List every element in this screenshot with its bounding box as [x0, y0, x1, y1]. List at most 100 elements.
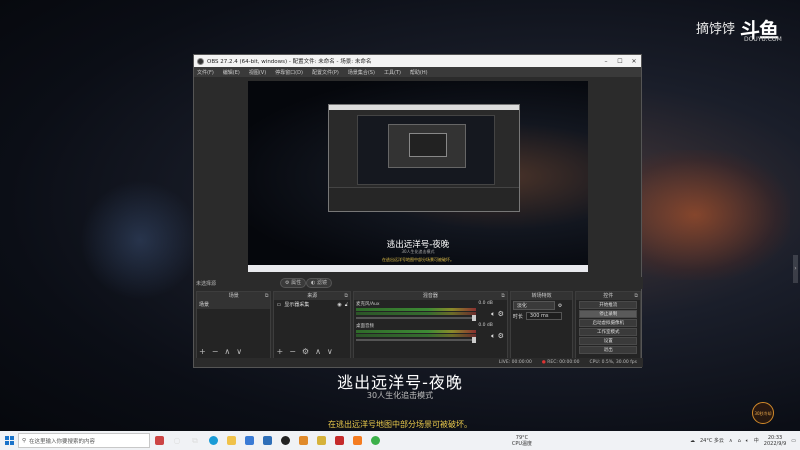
maximize-icon[interactable]: ☐ — [613, 58, 627, 65]
cpu-temp-widget: 79°C CPU温度 — [512, 435, 532, 447]
edge-icon[interactable] — [204, 431, 222, 450]
settings-icon[interactable]: ⚙ — [558, 303, 562, 309]
store-icon[interactable] — [240, 431, 258, 450]
mail-icon[interactable] — [258, 431, 276, 450]
tray-arrow-icon[interactable]: ∧ — [729, 438, 733, 444]
exit-button[interactable]: 退出 — [579, 346, 637, 354]
menu-profile[interactable]: 配置文件(P) — [312, 69, 339, 76]
duration-input[interactable]: 300 ms — [525, 312, 562, 320]
notification-icon[interactable]: ▭ — [791, 438, 796, 444]
weather-text[interactable]: 24°C 多云 — [700, 437, 724, 444]
dock-float-icon[interactable]: ⧉ — [634, 292, 638, 300]
menu-view[interactable]: 视图(V) — [249, 69, 266, 76]
studio-mode-button[interactable]: 工作室模式 — [579, 328, 637, 336]
dock-float-icon[interactable]: ⧉ — [344, 292, 348, 300]
task-view-icon[interactable]: ⧉ — [186, 431, 204, 450]
search-placeholder: 在这里输入你要搜索的内容 — [29, 438, 96, 445]
system-tray: ☁ 24°C 多云 ∧ ⌂ 🔈︎ 中 20:33 2022/9/9 ▭ — [690, 435, 800, 447]
obs-window: OBS 27.2.4 (64-bit, windows) - 配置文件: 未命名… — [193, 54, 643, 368]
obs-menubar: 文件(F) 编辑(E) 视图(V) 停靠窗口(D) 配置文件(P) 场景集合(S… — [194, 67, 641, 77]
file-explorer-icon[interactable] — [222, 431, 240, 450]
stop-recording-button[interactable]: 停止录制 — [579, 310, 637, 318]
scenes-header: 场景 — [228, 293, 239, 299]
ime-indicator[interactable]: 中 — [754, 437, 759, 444]
dock-float-icon[interactable]: ⧉ — [265, 292, 269, 300]
obs-titlebar[interactable]: OBS 27.2.4 (64-bit, windows) - 配置文件: 未命名… — [194, 55, 641, 67]
settings-icon[interactable]: ⚙ — [302, 347, 309, 356]
obs-window-title: OBS 27.2.4 (64-bit, windows) - 配置文件: 未命名… — [207, 59, 372, 65]
scenes-dock: 场景 ⧉ 场景 + − ∧ ∨ — [196, 291, 272, 359]
volume-icon[interactable]: 🔈︎ — [746, 438, 749, 444]
move-down-icon[interactable]: ∨ — [236, 347, 242, 356]
cooldown-badge: 30秒冷却 — [752, 402, 774, 424]
game-launcher-icon[interactable] — [312, 431, 330, 450]
close-icon[interactable]: ✕ — [627, 58, 641, 65]
mixer-dock: 混音器 ⧉ 麦克风/Aux 0.0 dB 🔈︎ ⚙ 桌面音频 0.0 dB 🔈︎ … — [352, 291, 508, 359]
cortana-icon[interactable]: ○ — [168, 431, 186, 450]
minimize-icon[interactable]: – — [599, 58, 613, 65]
background-glow-left — [80, 180, 200, 300]
menu-help[interactable]: 帮助(H) — [410, 69, 428, 76]
douyu-app-icon[interactable] — [348, 431, 366, 450]
source-item[interactable]: ▭ 显示器采集 ◉ 🔓︎ — [274, 300, 349, 309]
start-button[interactable] — [0, 431, 18, 450]
filters-button[interactable]: ◐ 滤镜 — [306, 278, 332, 288]
add-icon[interactable]: + — [276, 347, 283, 356]
menu-edit[interactable]: 编辑(E) — [223, 69, 240, 76]
nested-docks — [329, 187, 519, 211]
volume-meter — [355, 334, 476, 337]
add-icon[interactable]: + — [199, 347, 206, 356]
properties-button[interactable]: ⚙ 属性 — [280, 278, 307, 288]
remove-icon[interactable]: − — [289, 347, 296, 356]
track-db: 0.0 dB — [478, 301, 493, 306]
volume-slider[interactable] — [355, 315, 476, 321]
scene-item[interactable]: 场景 — [197, 300, 271, 309]
settings-icon[interactable]: ⚙ — [498, 332, 504, 340]
obs-taskbar-icon[interactable] — [276, 431, 294, 450]
transitions-dock: 转场特效 淡化 ⚙ 时长 300 ms — [509, 291, 574, 359]
browser-icon[interactable] — [366, 431, 384, 450]
move-up-icon[interactable]: ∧ — [224, 347, 230, 356]
track-name: 桌面音频 — [355, 324, 374, 329]
visibility-icon[interactable]: ◉ — [337, 302, 341, 308]
transition-select[interactable]: 淡化 — [512, 301, 555, 310]
volume-meter — [355, 330, 476, 333]
overlay-notice: 在逃出远洋号地图中部分场景可被破坏。 — [328, 420, 472, 429]
taskbar-search[interactable]: ⚲ 在这里输入你要搜索的内容 — [18, 433, 150, 448]
nested-preview-2 — [388, 124, 466, 168]
preview-mode-subtitle: 30人生化追击模式 — [401, 249, 435, 254]
weather-icon[interactable]: ☁ — [690, 438, 695, 444]
move-up-icon[interactable]: ∧ — [315, 347, 321, 356]
start-streaming-button[interactable]: 开始推流 — [579, 301, 637, 309]
virtual-camera-button[interactable]: 启动虚拟摄像机 — [579, 319, 637, 327]
menu-scene-collection[interactable]: 场景集合(S) — [348, 69, 375, 76]
taskbar-clock[interactable]: 20:33 2022/9/9 — [764, 435, 786, 447]
lock-icon[interactable]: 🔓︎ — [345, 302, 348, 308]
cpu-temp-label: CPU温度 — [511, 440, 533, 447]
move-down-icon[interactable]: ∨ — [327, 347, 333, 356]
speaker-icon[interactable]: 🔈︎ — [491, 332, 495, 340]
track-db: 0.0 dB — [478, 323, 493, 328]
settings-icon[interactable]: ⚙ — [498, 310, 504, 318]
volume-slider[interactable] — [355, 337, 476, 343]
remove-icon[interactable]: − — [212, 347, 219, 356]
mixer-track-desktop: 桌面音频 0.0 dB 🔈︎ ⚙ — [354, 322, 507, 344]
app-icon[interactable] — [294, 431, 312, 450]
settings-button[interactable]: 设置 — [579, 337, 637, 345]
dock-float-icon[interactable]: ⧉ — [501, 292, 505, 300]
side-panel-arrow-icon[interactable]: › — [793, 255, 798, 283]
windows-taskbar: ⚲ 在这里输入你要搜索的内容 ○ ⧉ 79°C CPU温度 ☁ 24°C 多云 … — [0, 431, 800, 450]
streamer-name: 摘饽饽 — [696, 22, 736, 37]
live-status: LIVE: 00:00:00 — [498, 360, 532, 365]
menu-file[interactable]: 文件(F) — [197, 69, 214, 76]
windows-icon — [4, 436, 14, 445]
obs-preview[interactable]: 逃出远洋号-夜晚 30人生化追击模式 在逃出远洋号地图中部分场景可被破坏。 — [248, 81, 588, 272]
network-icon[interactable]: ⌂ — [738, 438, 741, 444]
menu-tools[interactable]: 工具(T) — [384, 69, 401, 76]
game-icon[interactable] — [150, 431, 168, 450]
sources-dock: 来源 ⧉ ▭ 显示器采集 ◉ 🔓︎ + − ⚙ ∧ ∨ — [273, 291, 351, 359]
menu-docks[interactable]: 停靠窗口(D) — [275, 69, 303, 76]
track-name: 麦克风/Aux — [355, 302, 380, 307]
red-app-icon[interactable] — [330, 431, 348, 450]
speaker-icon[interactable]: 🔈︎ — [491, 310, 495, 318]
